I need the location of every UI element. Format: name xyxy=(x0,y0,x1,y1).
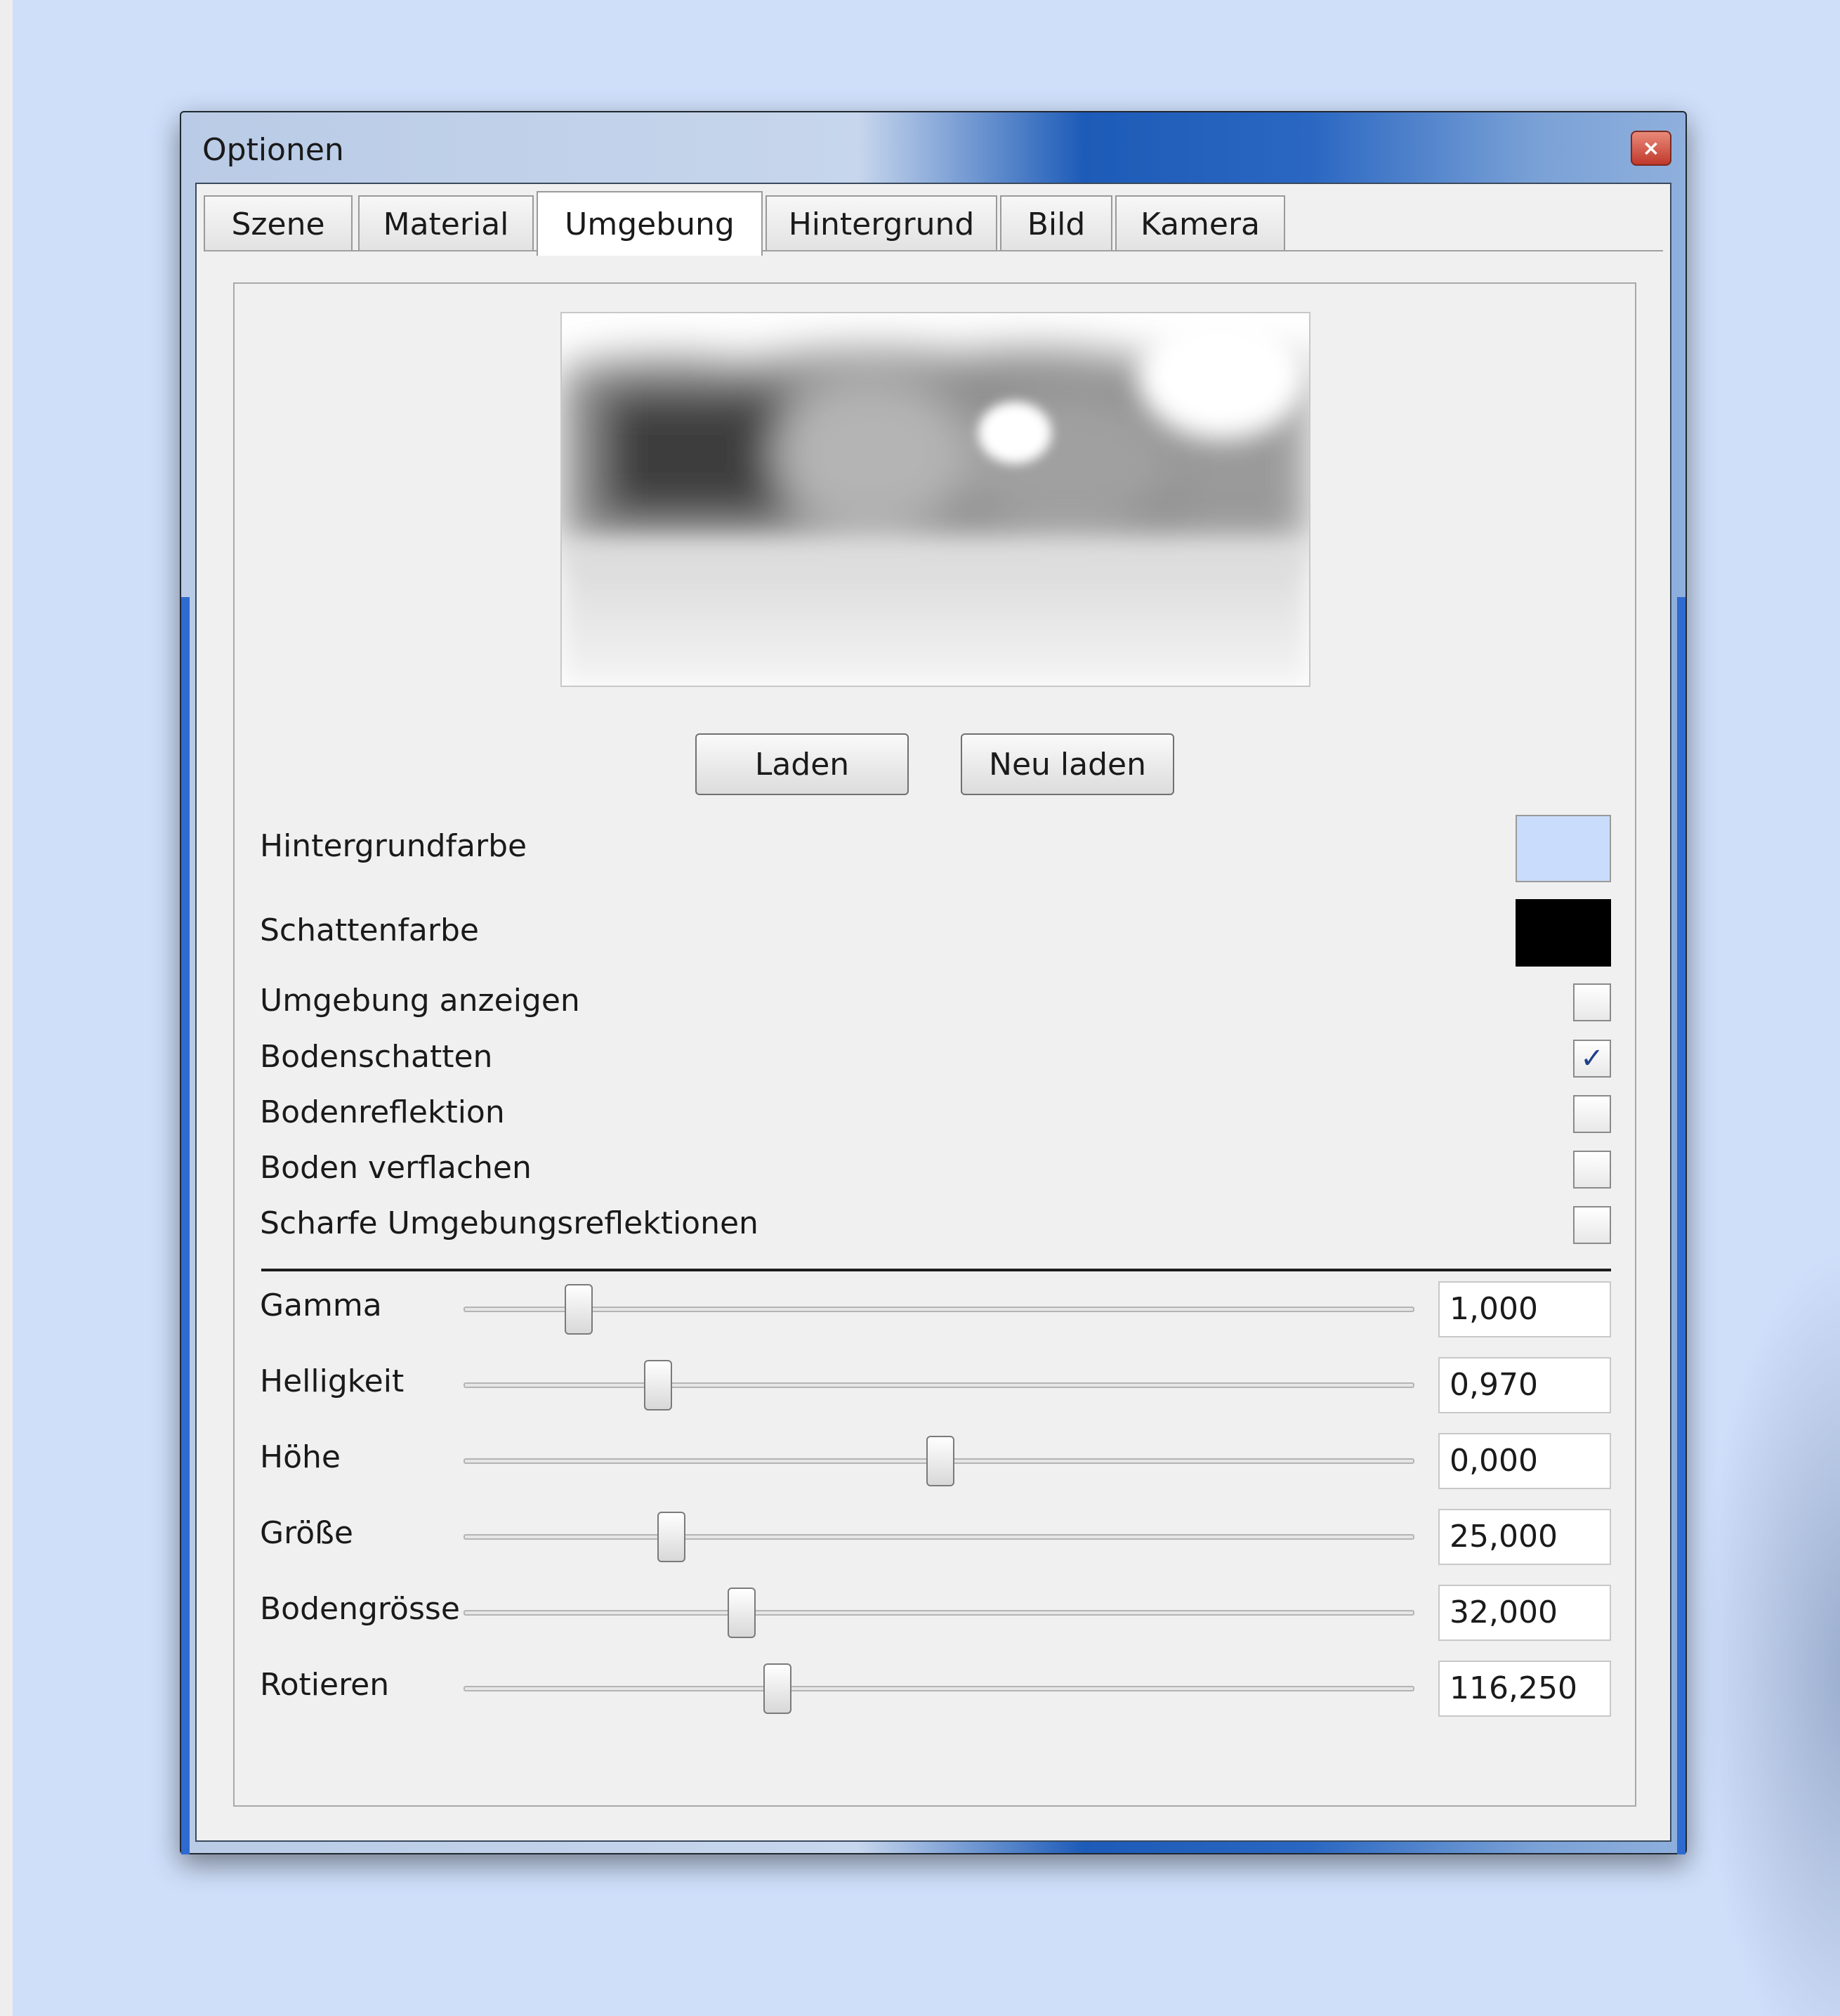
slider-thumb-height[interactable] xyxy=(926,1436,954,1486)
tab-strip-border xyxy=(205,250,1663,251)
slider-thumb-ground-size[interactable] xyxy=(728,1588,756,1638)
window-frame-right xyxy=(1677,597,1685,1854)
value-field-gamma[interactable]: 1,000 xyxy=(1438,1281,1611,1337)
tab-umgebung[interactable]: Umgebung xyxy=(537,191,763,256)
window-frame-left xyxy=(181,597,190,1854)
tab-material[interactable]: Material xyxy=(358,195,534,251)
tab-kamera[interactable]: Kamera xyxy=(1115,195,1285,251)
slider-track-ground-size[interactable] xyxy=(464,1588,1414,1638)
environment-preview-image xyxy=(560,312,1310,687)
window-title: Optionen xyxy=(202,132,344,168)
desktop-left-strip xyxy=(0,0,13,2016)
load-button[interactable]: Laden xyxy=(695,733,909,795)
slider-track-size[interactable] xyxy=(464,1512,1414,1562)
checkbox-label-flatten-ground: Boden verflachen xyxy=(260,1150,532,1186)
background-color-swatch[interactable] xyxy=(1516,815,1611,882)
checkbox-label-sharp-reflections: Scharfe Umgebungsreflektionen xyxy=(260,1205,758,1241)
environment-panel: Laden Neu laden Hintergrundfarbe Schatte… xyxy=(233,282,1636,1807)
close-icon: × xyxy=(1642,136,1660,161)
slider-label-gamma: Gamma xyxy=(260,1288,382,1323)
close-button[interactable]: × xyxy=(1631,131,1671,166)
checkbox-flatten-ground[interactable] xyxy=(1573,1151,1611,1189)
tab-bild[interactable]: Bild xyxy=(1000,195,1112,251)
slider-track-rotate[interactable] xyxy=(464,1663,1414,1714)
value-field-size[interactable]: 25,000 xyxy=(1438,1509,1611,1565)
checkbox-sharp-reflections[interactable] xyxy=(1573,1206,1611,1244)
slider-label-rotate: Rotieren xyxy=(260,1667,390,1703)
slider-label-brightness: Helligkeit xyxy=(260,1363,405,1399)
checkbox-label-ground-shadow: Bodenschatten xyxy=(260,1039,493,1075)
slider-thumb-size[interactable] xyxy=(657,1512,685,1562)
slider-label-height: Höhe xyxy=(260,1439,341,1475)
options-window: Optionen × Szene Material Umgebung Hinte… xyxy=(180,111,1687,1854)
shadow-color-swatch[interactable] xyxy=(1516,899,1611,967)
slider-thumb-brightness[interactable] xyxy=(644,1360,672,1410)
checkbox-label-ground-reflection: Bodenreflektion xyxy=(260,1094,505,1130)
slider-label-size: Größe xyxy=(260,1515,353,1551)
slider-label-ground-size: Bodengrösse xyxy=(260,1591,460,1627)
value-field-brightness[interactable]: 0,970 xyxy=(1438,1357,1611,1413)
value-field-ground-size[interactable]: 32,000 xyxy=(1438,1585,1611,1641)
value-field-height[interactable]: 0,000 xyxy=(1438,1433,1611,1489)
checkbox-ground-reflection[interactable] xyxy=(1573,1095,1611,1133)
window-client-area: Szene Material Umgebung Hintergrund Bild… xyxy=(195,183,1671,1842)
checkmark-icon: ✓ xyxy=(1580,1042,1604,1075)
slider-track-gamma[interactable] xyxy=(464,1284,1414,1335)
background-color-label: Hintergrundfarbe xyxy=(260,828,527,864)
section-separator xyxy=(261,1269,1611,1271)
slider-track-brightness[interactable] xyxy=(464,1360,1414,1410)
slider-thumb-gamma[interactable] xyxy=(565,1284,593,1335)
checkbox-show-environment[interactable] xyxy=(1573,983,1611,1021)
value-field-rotate[interactable]: 116,250 xyxy=(1438,1661,1611,1717)
checkbox-ground-shadow[interactable]: ✓ xyxy=(1573,1040,1611,1078)
tab-hintergrund[interactable]: Hintergrund xyxy=(765,195,997,251)
checkbox-label-show-environment: Umgebung anzeigen xyxy=(260,983,580,1019)
shadow-color-label: Schattenfarbe xyxy=(260,912,479,948)
reload-button[interactable]: Neu laden xyxy=(961,733,1174,795)
slider-track-height[interactable] xyxy=(464,1436,1414,1486)
slider-thumb-rotate[interactable] xyxy=(763,1663,791,1714)
tab-szene[interactable]: Szene xyxy=(204,195,353,251)
environment-map-thumbnail xyxy=(562,313,1309,686)
